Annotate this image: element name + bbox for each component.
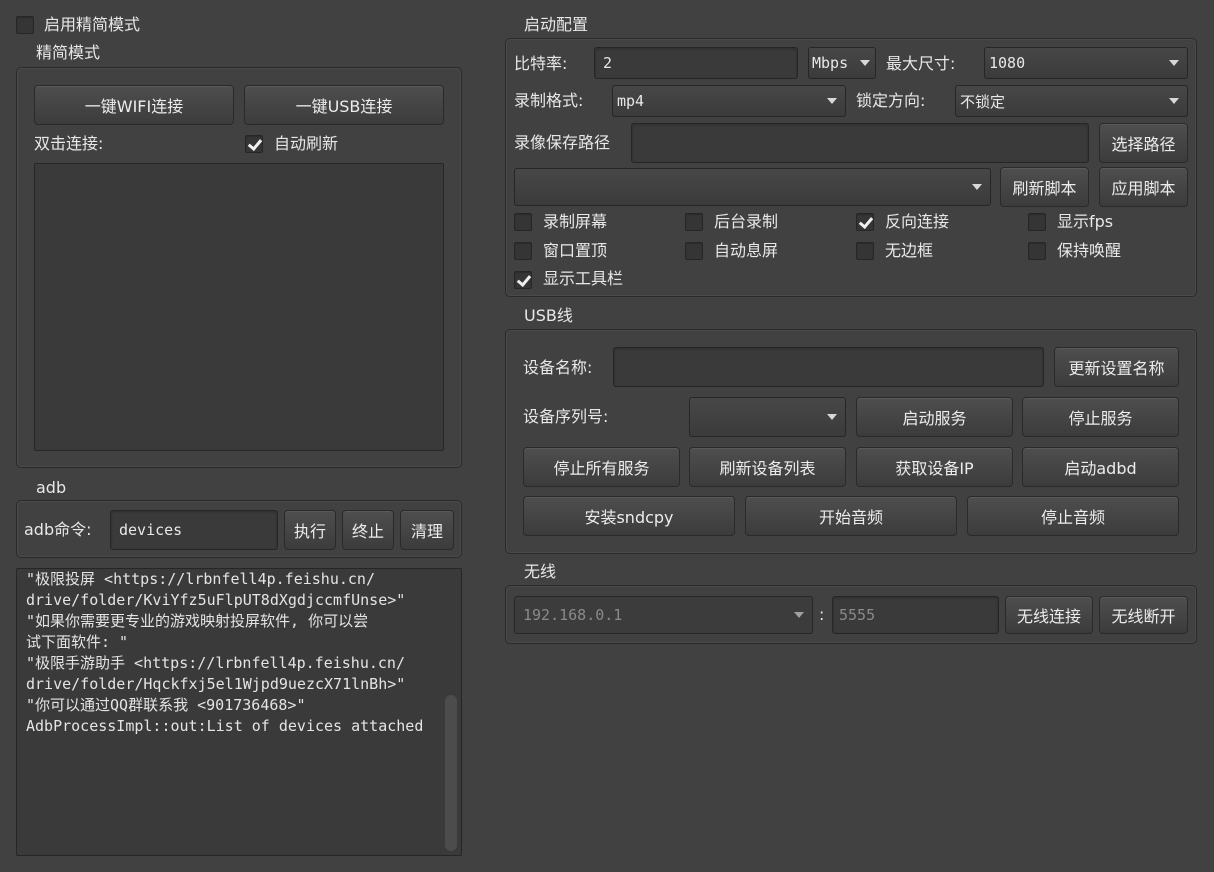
script-select[interactable] xyxy=(514,168,991,206)
serial-select[interactable] xyxy=(689,397,846,437)
start-config-title: 启动配置 xyxy=(524,15,589,34)
log-scrollbar[interactable] xyxy=(445,695,457,851)
chevron-down-icon xyxy=(827,98,837,104)
simple-mode-checkbox[interactable] xyxy=(16,16,34,34)
serial-label: 设备序列号: xyxy=(523,407,609,426)
bitrate-label: 比特率: xyxy=(514,54,568,73)
lock-orientation-label: 锁定方向: xyxy=(856,91,926,110)
adb-stop-button[interactable]: 终止 xyxy=(342,510,394,550)
chevron-down-icon xyxy=(972,184,982,190)
log-line: "如果你需要更专业的游戏映射投屏软件, 你可以尝 xyxy=(26,612,369,630)
log-line: drive/folder/Hqckfxj5el1Wjpd9uezcX71lnBh… xyxy=(26,675,406,693)
adb-cmd-label: adb命令: xyxy=(24,520,92,539)
ip-port-separator: : xyxy=(819,605,825,624)
stop-all-services-button[interactable]: 停止所有服务 xyxy=(523,447,680,487)
max-size-select[interactable]: 1080 xyxy=(984,47,1188,79)
auto-refresh-label: 自动刷新 xyxy=(274,134,339,153)
double-click-label: 双击连接: xyxy=(34,134,104,153)
wireless-ip-value: 192.168.0.1 xyxy=(523,606,623,624)
frameless-label: 无边框 xyxy=(885,241,934,260)
wifi-connect-button[interactable]: 一键WIFI连接 xyxy=(34,85,234,125)
show-fps-label: 显示fps xyxy=(1057,212,1114,231)
adb-group-title: adb xyxy=(36,478,67,497)
auto-refresh-checkbox[interactable] xyxy=(245,135,263,153)
log-line: 试下面软件: " xyxy=(26,633,129,651)
adb-cmd-input[interactable]: devices xyxy=(110,510,278,550)
chevron-down-icon xyxy=(1169,60,1179,66)
wireless-port-input[interactable]: 5555 xyxy=(832,596,999,634)
max-size-label: 最大尺寸: xyxy=(886,54,956,73)
window-on-top-checkbox[interactable] xyxy=(514,242,532,260)
usb-group-title: USB线 xyxy=(524,306,573,325)
chevron-down-icon xyxy=(860,60,870,66)
chevron-down-icon xyxy=(1169,98,1179,104)
simple-mode-label: 启用精简模式 xyxy=(44,15,141,34)
record-path-input[interactable] xyxy=(631,123,1089,163)
simple-mode-group-title: 精简模式 xyxy=(36,43,101,62)
show-fps-checkbox[interactable] xyxy=(1028,213,1046,231)
background-record-label: 后台录制 xyxy=(714,212,779,231)
chevron-down-icon xyxy=(827,414,837,420)
background-record-checkbox[interactable] xyxy=(685,213,703,231)
adb-clear-button[interactable]: 清理 xyxy=(400,510,454,550)
window-on-top-label: 窗口置顶 xyxy=(543,241,608,260)
device-name-label: 设备名称: xyxy=(523,358,593,377)
wireless-ip-select[interactable]: 192.168.0.1 xyxy=(514,596,813,634)
record-path-label: 录像保存路径 xyxy=(514,133,611,152)
install-sndcpy-button[interactable]: 安装sndcpy xyxy=(523,496,735,536)
record-format-select[interactable]: mp4 xyxy=(612,85,846,117)
get-device-ip-button[interactable]: 获取设备IP xyxy=(856,447,1013,487)
stop-service-button[interactable]: 停止服务 xyxy=(1022,397,1179,437)
apply-script-button[interactable]: 应用脚本 xyxy=(1099,167,1188,207)
reverse-connect-checkbox[interactable] xyxy=(856,213,874,231)
usb-connect-button[interactable]: 一键USB连接 xyxy=(244,85,444,125)
bitrate-unit-select[interactable]: Mbps xyxy=(808,47,876,79)
lock-orientation-value: 不锁定 xyxy=(960,92,1006,111)
chevron-down-icon xyxy=(794,612,804,618)
lock-orientation-select[interactable]: 不锁定 xyxy=(955,85,1188,117)
bitrate-input[interactable]: 2 xyxy=(594,47,798,79)
bitrate-unit-value: Mbps xyxy=(812,54,849,72)
adb-exec-button[interactable]: 执行 xyxy=(284,510,336,550)
log-line: AdbProcessImpl::out:List of devices atta… xyxy=(26,717,424,735)
wireless-group-title: 无线 xyxy=(524,562,557,581)
start-adbd-button[interactable]: 启动adbd xyxy=(1022,447,1179,487)
device-list[interactable] xyxy=(34,163,444,451)
auto-screen-off-checkbox[interactable] xyxy=(685,242,703,260)
log-text: "极限投屏 <https://lrbnfell4p.feishu.cn/ dri… xyxy=(26,569,423,737)
show-toolbar-label: 显示工具栏 xyxy=(543,269,624,288)
reverse-connect-label: 反向连接 xyxy=(885,212,950,231)
log-line: "极限投屏 <https://lrbnfell4p.feishu.cn/ xyxy=(26,570,375,588)
refresh-devices-button[interactable]: 刷新设备列表 xyxy=(689,447,846,487)
max-size-value: 1080 xyxy=(989,54,1026,72)
refresh-script-button[interactable]: 刷新脚本 xyxy=(1000,167,1089,207)
device-name-input[interactable] xyxy=(613,347,1044,387)
record-format-value: mp4 xyxy=(617,92,645,110)
log-line: "极限手游助手 <https://lrbnfell4p.feishu.cn/ xyxy=(26,654,405,672)
log-line: "你可以通过QQ群联系我 <901736468>" xyxy=(26,696,306,714)
choose-path-button[interactable]: 选择路径 xyxy=(1099,123,1188,163)
start-audio-button[interactable]: 开始音频 xyxy=(745,496,957,536)
stay-awake-label: 保持唤醒 xyxy=(1057,241,1122,260)
show-toolbar-checkbox[interactable] xyxy=(514,271,532,289)
stop-audio-button[interactable]: 停止音频 xyxy=(967,496,1179,536)
record-screen-label: 录制屏幕 xyxy=(543,212,608,231)
start-service-button[interactable]: 启动服务 xyxy=(856,397,1013,437)
log-output[interactable]: "极限投屏 <https://lrbnfell4p.feishu.cn/ dri… xyxy=(16,568,462,856)
log-line: drive/folder/KviYfz5uFlpUT8dXgdjccmfUnse… xyxy=(26,591,406,609)
update-name-button[interactable]: 更新设置名称 xyxy=(1054,347,1179,387)
auto-screen-off-label: 自动息屏 xyxy=(714,241,779,260)
stay-awake-checkbox[interactable] xyxy=(1028,242,1046,260)
wireless-connect-button[interactable]: 无线连接 xyxy=(1005,596,1093,634)
record-format-label: 录制格式: xyxy=(514,91,584,110)
wireless-disconnect-button[interactable]: 无线断开 xyxy=(1099,596,1188,634)
frameless-checkbox[interactable] xyxy=(856,242,874,260)
record-screen-checkbox[interactable] xyxy=(514,213,532,231)
